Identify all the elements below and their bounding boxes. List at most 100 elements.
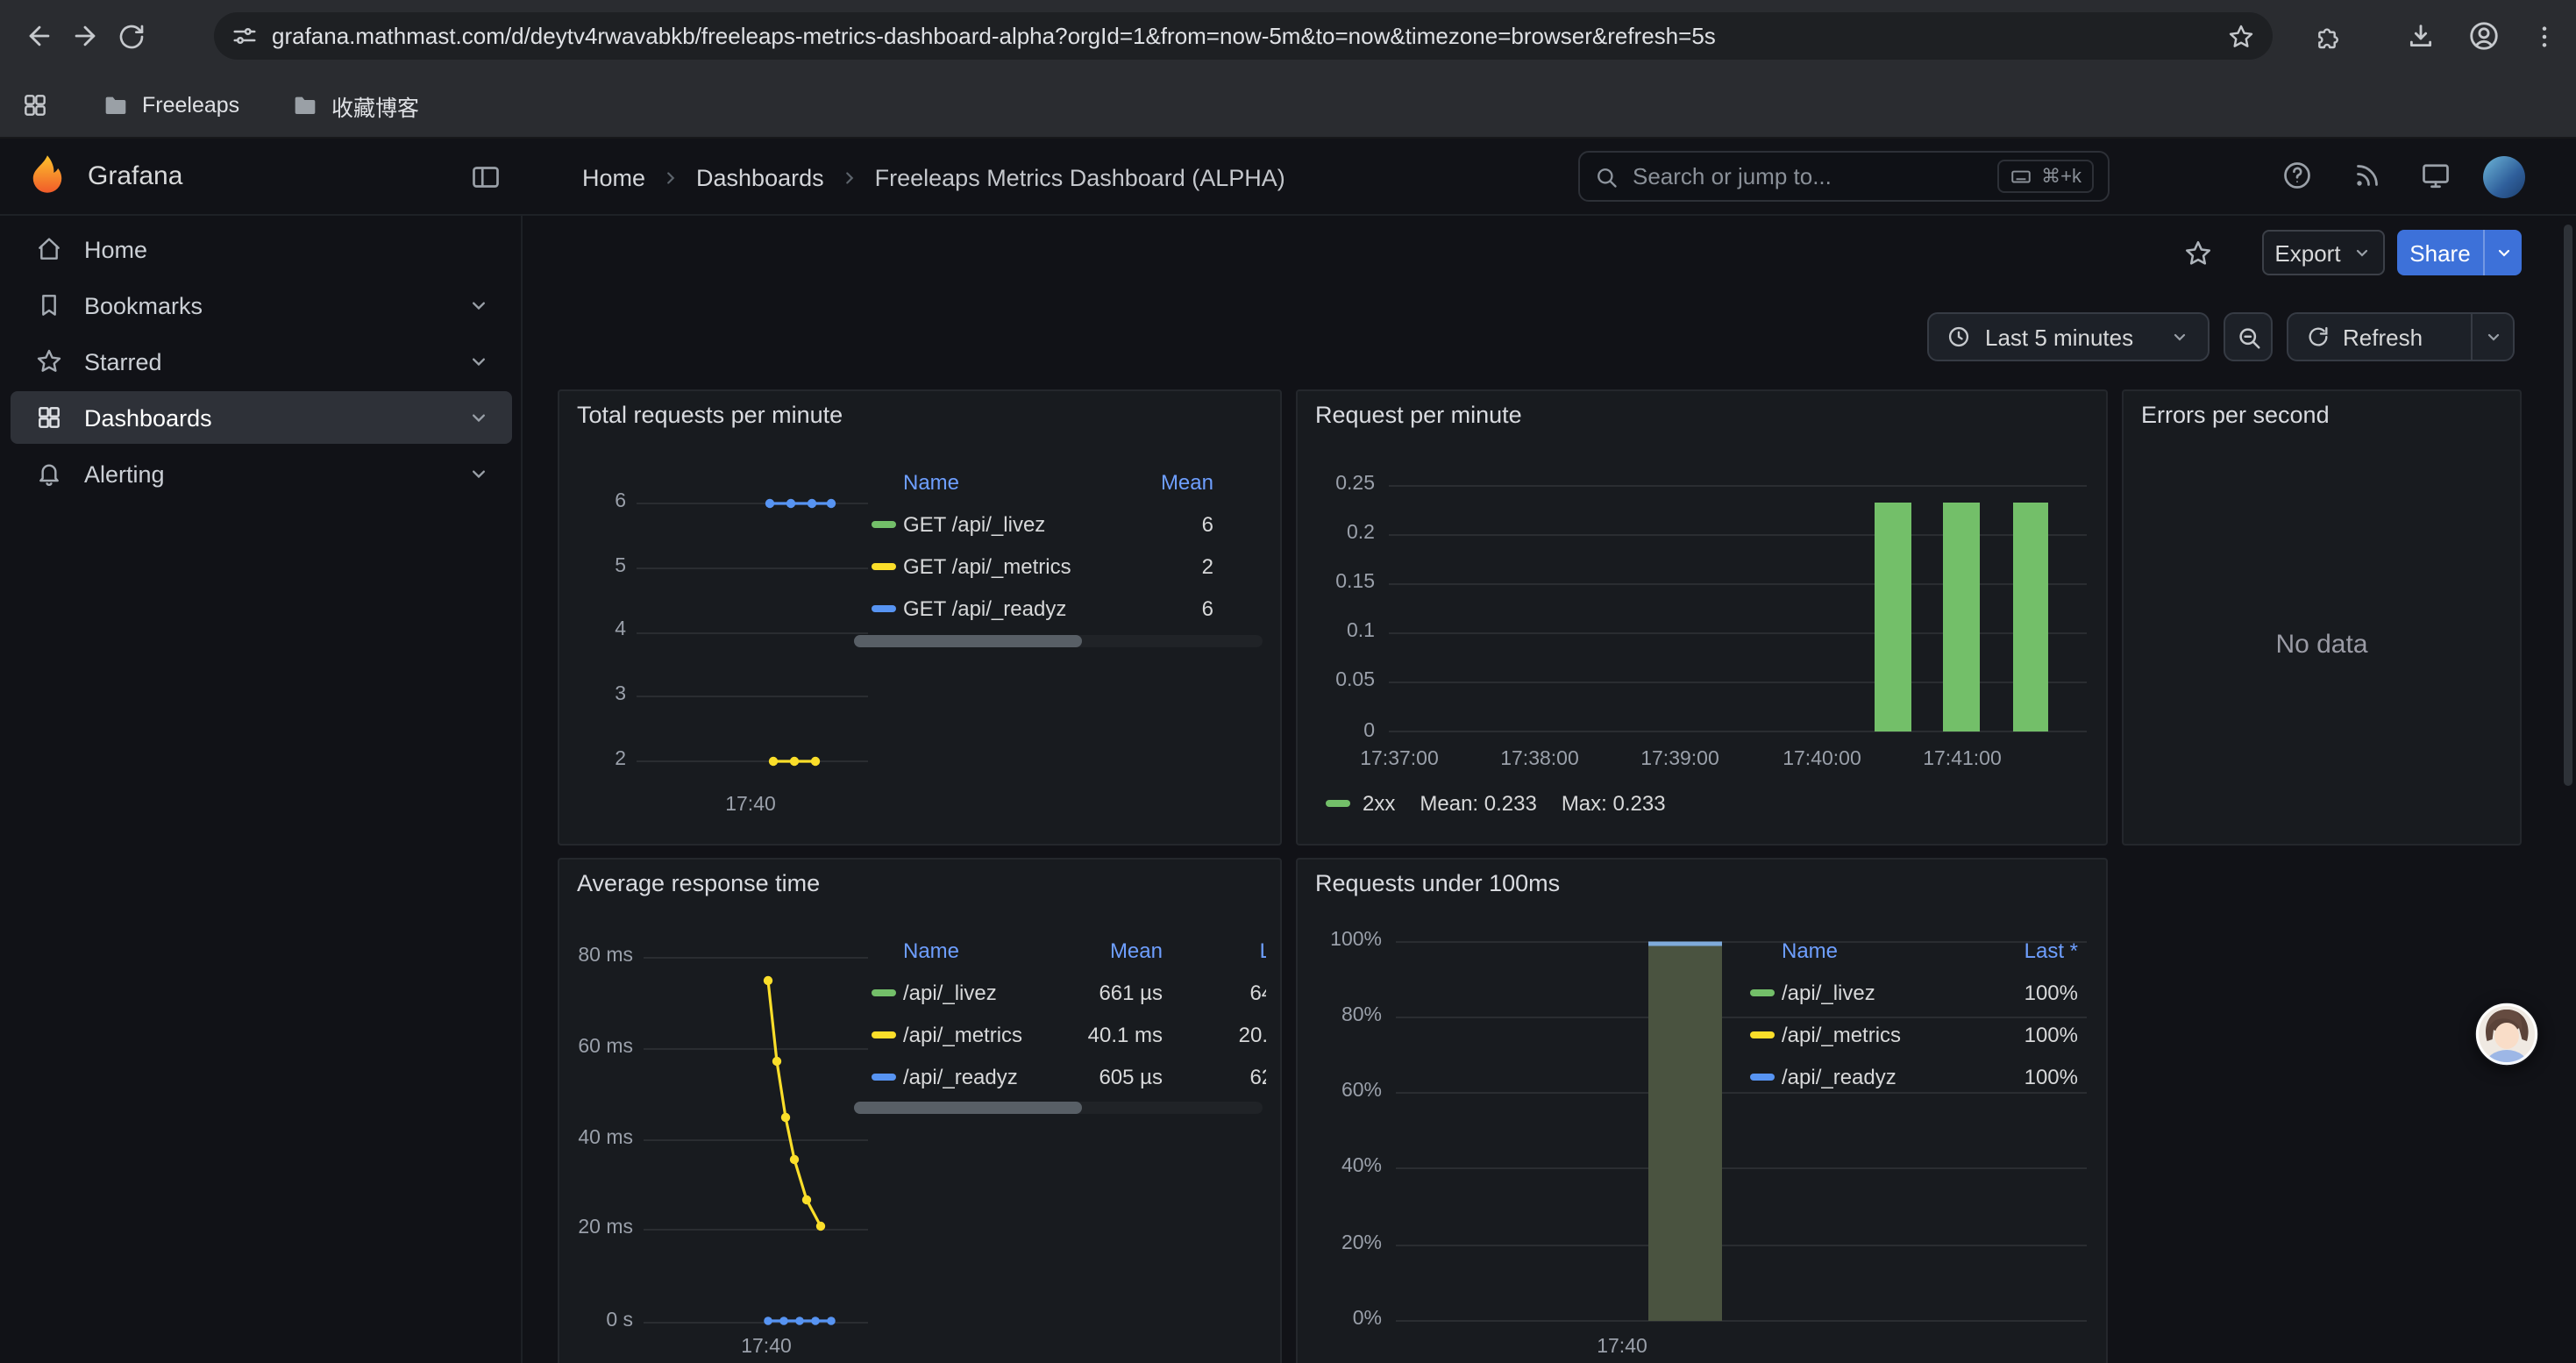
y-axis-label: 80% xyxy=(1305,1005,1382,1026)
legend-swatch xyxy=(1750,990,1775,996)
rss-icon xyxy=(2352,160,2383,191)
legend-last: 100% xyxy=(1973,1023,2078,1047)
legend-last: 646 µs xyxy=(1163,981,1266,1005)
favorite-star-icon[interactable] xyxy=(2183,239,2213,268)
chevron-down-icon[interactable] xyxy=(466,349,491,374)
legend-header-name[interactable]: Name xyxy=(903,938,1085,963)
chevron-down-icon[interactable] xyxy=(466,405,491,430)
sidebar: Home Bookmarks Starred Dashboards Alerti… xyxy=(0,216,523,1363)
share-button[interactable]: Share xyxy=(2397,230,2522,275)
legend-header-name[interactable]: Name xyxy=(903,470,1115,495)
sidebar-item-home[interactable]: Home xyxy=(11,223,512,275)
extensions-puzzle-icon xyxy=(2314,22,2342,50)
breadcrumb-dashboards[interactable]: Dashboards xyxy=(696,164,824,190)
profile-icon xyxy=(2467,19,2501,53)
grafana-header: Grafana Home Dashboards Freeleaps Metric… xyxy=(0,139,2576,216)
refresh-button[interactable]: Refresh xyxy=(2288,324,2472,350)
chevron-down-icon[interactable] xyxy=(466,461,491,486)
legend-header-last[interactable]: Last * xyxy=(1973,938,2078,963)
y-axis-label: 0 s xyxy=(559,1310,633,1331)
legend-item[interactable]: 2xx xyxy=(1326,791,1395,816)
sidebar-item-dashboards[interactable]: Dashboards xyxy=(11,391,512,444)
x-axis-label: 17:40 xyxy=(1569,1337,1675,1358)
legend-hscrollbar[interactable] xyxy=(854,635,1263,647)
sidebar-item-bookmarks[interactable]: Bookmarks xyxy=(11,279,512,332)
legend-row[interactable]: /api/_readyz 605 µs 620 µs xyxy=(872,1056,1266,1098)
legend-header: Name Mean Last * xyxy=(872,930,1266,972)
assistant-avatar[interactable] xyxy=(2474,1002,2539,1067)
legend-name[interactable]: GET /api/_readyz xyxy=(903,596,1115,621)
sidebar-item-starred[interactable]: Starred xyxy=(11,335,512,388)
news-button[interactable] xyxy=(2352,160,2383,191)
bookmark-star-icon[interactable] xyxy=(2227,22,2255,50)
legend-header-last[interactable]: Last * xyxy=(1163,938,1266,963)
back-button[interactable] xyxy=(18,14,61,58)
legend-name[interactable]: /api/_readyz xyxy=(1782,1065,1973,1089)
legend-row[interactable]: GET /api/_metrics 2 xyxy=(872,546,1213,588)
legend-name[interactable]: /api/_readyz xyxy=(903,1065,1085,1089)
forward-button[interactable] xyxy=(63,14,107,58)
monitor-button[interactable] xyxy=(2420,160,2451,191)
share-chevron-button[interactable] xyxy=(2485,242,2522,263)
site-info-icon[interactable] xyxy=(231,23,258,49)
legend-header-name[interactable]: Name xyxy=(1782,938,1973,963)
url-bar[interactable]: grafana.mathmast.com/d/deytv4rwavabkb/fr… xyxy=(214,12,2273,60)
legend-row[interactable]: /api/_metrics 100% xyxy=(1750,1014,2078,1056)
grafana-logo[interactable] xyxy=(25,153,70,198)
legend-row[interactable]: /api/_readyz 100% xyxy=(1750,1056,2078,1098)
y-axis-label: 20 ms xyxy=(559,1217,633,1238)
panel-title[interactable]: Total requests per minute xyxy=(577,402,843,428)
legend-name[interactable]: /api/_livez xyxy=(1782,981,1973,1005)
legend-name[interactable]: /api/_livez xyxy=(903,981,1085,1005)
chevron-down-icon[interactable] xyxy=(466,293,491,318)
legend-row[interactable]: GET /api/_readyz 6 xyxy=(872,588,1213,630)
legend-header-mean[interactable]: Mean xyxy=(1085,938,1163,963)
sidebar-collapse-icon[interactable] xyxy=(470,161,502,193)
legend-name[interactable]: /api/_metrics xyxy=(1782,1023,1973,1047)
y-axis-label: 40% xyxy=(1305,1156,1382,1177)
legend-hscrollbar[interactable] xyxy=(854,1102,1263,1114)
panel-title[interactable]: Average response time xyxy=(577,870,820,896)
search-input[interactable] xyxy=(1633,163,1983,189)
help-button[interactable] xyxy=(2281,160,2313,191)
page-scrollbar[interactable] xyxy=(2564,225,2572,786)
sidebar-item-alerting[interactable]: Alerting xyxy=(11,447,512,500)
time-range-button[interactable]: Last 5 minutes xyxy=(1927,312,2210,361)
y-axis-label: 2 xyxy=(566,749,626,770)
bookmark-folder-freeleaps[interactable]: Freeleaps xyxy=(102,88,239,123)
breadcrumb-home[interactable]: Home xyxy=(582,164,645,190)
panel-title[interactable]: Requests under 100ms xyxy=(1315,870,1560,896)
bookmark-folder-blog[interactable]: 收藏博客 xyxy=(291,88,419,123)
apps-button[interactable] xyxy=(21,88,49,123)
legend-name[interactable]: 2xx xyxy=(1363,791,1395,816)
reload-button[interactable] xyxy=(109,14,153,58)
chart-canvas[interactable] xyxy=(644,944,868,1349)
panel-title[interactable]: Errors per second xyxy=(2141,402,2330,428)
legend-header-mean[interactable]: Mean xyxy=(1115,470,1213,495)
url-text[interactable]: grafana.mathmast.com/d/deytv4rwavabkb/fr… xyxy=(272,23,2213,49)
legend-row[interactable]: /api/_metrics 40.1 ms 20.5 ms xyxy=(872,1014,1266,1056)
search-box[interactable]: ⌘+k xyxy=(1578,151,2110,202)
browser-toolbar: grafana.mathmast.com/d/deytv4rwavabkb/fr… xyxy=(0,0,2576,72)
panel-request-per-minute: Request per minute 0.25 0.2 0.15 0.1 0.0… xyxy=(1296,389,2108,846)
panel-title[interactable]: Request per minute xyxy=(1315,402,1522,428)
y-axis-label: 4 xyxy=(566,619,626,640)
legend-row[interactable]: GET /api/_livez 6 xyxy=(872,503,1213,546)
zoom-out-button[interactable] xyxy=(2224,312,2273,361)
browser-menu-button[interactable] xyxy=(2522,14,2565,58)
legend-swatch xyxy=(872,1074,896,1081)
chart-canvas[interactable] xyxy=(1389,472,2087,747)
chart-canvas[interactable] xyxy=(637,482,868,793)
legend-name[interactable]: GET /api/_livez xyxy=(903,512,1115,537)
downloads-button[interactable] xyxy=(2399,14,2443,58)
legend-row[interactable]: /api/_livez 100% xyxy=(1750,972,2078,1014)
legend-name[interactable]: /api/_metrics xyxy=(903,1023,1085,1047)
export-button[interactable]: Export xyxy=(2262,230,2385,275)
legend-row[interactable]: /api/_livez 661 µs 646 µs xyxy=(872,972,1266,1014)
user-avatar[interactable] xyxy=(2483,156,2525,198)
refresh-interval-button[interactable] xyxy=(2473,326,2513,347)
browser-profile-button[interactable] xyxy=(2462,14,2506,58)
extensions-button[interactable] xyxy=(2306,14,2350,58)
y-axis-label: 0.1 xyxy=(1308,621,1375,642)
legend-name[interactable]: GET /api/_metrics xyxy=(903,554,1115,579)
